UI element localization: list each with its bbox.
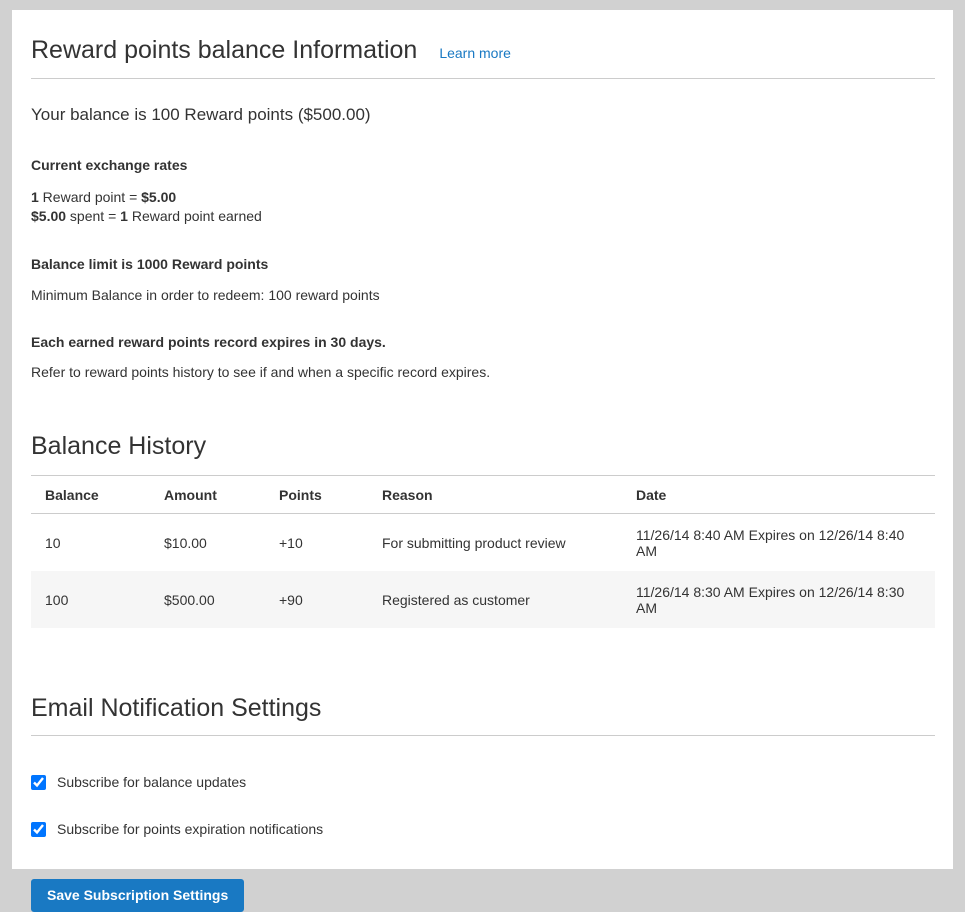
cell-reason: Registered as customer [368, 571, 622, 628]
subscribe-expiration-notifications-label: Subscribe for points expiration notifica… [57, 821, 323, 837]
subscribe-balance-updates-label: Subscribe for balance updates [57, 774, 246, 790]
balance-summary: Your balance is 100 Reward points ($500.… [31, 105, 935, 125]
rate1-points: 1 [31, 189, 39, 205]
cell-amount: $10.00 [150, 514, 265, 572]
page-title: Reward points balance Information [31, 36, 417, 65]
balance-history-heading: Balance History [31, 432, 935, 461]
cell-points: +10 [265, 514, 368, 572]
column-header-amount: Amount [150, 476, 265, 514]
cell-date: 11/26/14 8:40 AM Expires on 12/26/14 8:4… [622, 514, 935, 572]
column-header-date: Date [622, 476, 935, 514]
exchange-rate-line-1: 1 Reward point = $5.00 [31, 188, 935, 207]
expiration-rule: Each earned reward points record expires… [31, 334, 935, 350]
rate2-points: 1 [120, 208, 128, 224]
cell-amount: $500.00 [150, 571, 265, 628]
subscribe-expiration-notifications-checkbox[interactable] [31, 822, 46, 837]
rate2-text2: Reward point earned [128, 208, 262, 224]
column-header-points: Points [265, 476, 368, 514]
rate1-amount: $5.00 [141, 189, 176, 205]
cell-balance: 10 [31, 514, 150, 572]
learn-more-link[interactable]: Learn more [439, 45, 511, 61]
table-header-row: Balance Amount Points Reason Date [31, 476, 935, 514]
table-row: 10 $10.00 +10 For submitting product rev… [31, 514, 935, 572]
page-header: Reward points balance Information Learn … [31, 28, 935, 65]
exchange-rates: 1 Reward point = $5.00 $5.00 spent = 1 R… [31, 188, 935, 226]
balance-history-table: Balance Amount Points Reason Date 10 $10… [31, 476, 935, 628]
rate2-amount: $5.00 [31, 208, 66, 224]
column-header-reason: Reason [368, 476, 622, 514]
cell-date: 11/26/14 8:30 AM Expires on 12/26/14 8:3… [622, 571, 935, 628]
exchange-rate-line-2: $5.00 spent = 1 Reward point earned [31, 207, 935, 226]
cell-balance: 100 [31, 571, 150, 628]
header-divider [31, 78, 935, 79]
cell-points: +90 [265, 571, 368, 628]
min-balance-note: Minimum Balance in order to redeem: 100 … [31, 287, 935, 303]
subscribe-balance-updates-option[interactable]: Subscribe for balance updates [31, 774, 935, 790]
rate2-text1: spent = [66, 208, 120, 224]
exchange-rates-heading: Current exchange rates [31, 157, 935, 173]
email-notification-heading: Email Notification Settings [31, 694, 935, 723]
column-header-balance: Balance [31, 476, 150, 514]
balance-limit: Balance limit is 1000 Reward points [31, 256, 935, 272]
table-row: 100 $500.00 +90 Registered as customer 1… [31, 571, 935, 628]
cell-reason: For submitting product review [368, 514, 622, 572]
email-notification-divider [31, 735, 935, 736]
expiration-note: Refer to reward points history to see if… [31, 364, 935, 380]
subscribe-balance-updates-checkbox[interactable] [31, 775, 46, 790]
rate1-text: Reward point = [39, 189, 141, 205]
save-subscription-settings-button[interactable]: Save Subscription Settings [31, 879, 244, 912]
reward-points-panel: Reward points balance Information Learn … [12, 10, 953, 869]
subscribe-expiration-notifications-option[interactable]: Subscribe for points expiration notifica… [31, 821, 935, 837]
